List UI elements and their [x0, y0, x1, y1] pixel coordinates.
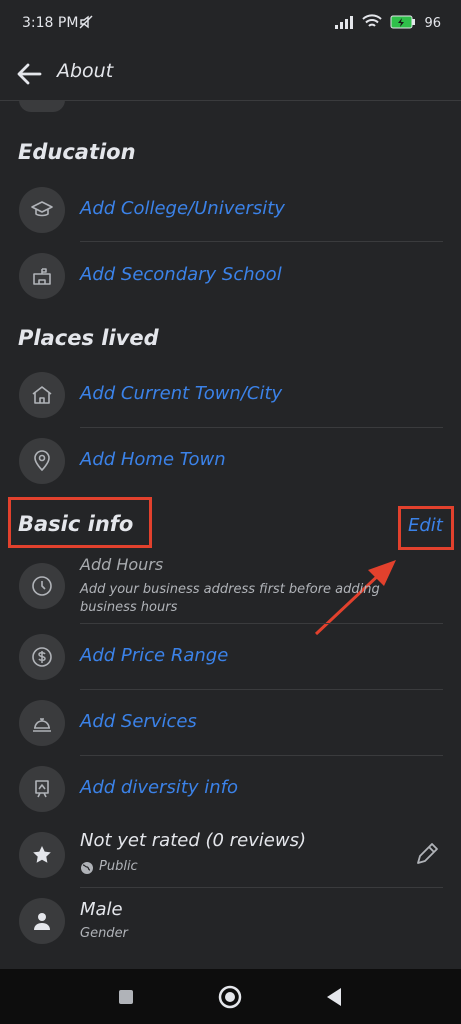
battery-icon [390, 14, 416, 33]
status-time: 3:18 PM [22, 15, 79, 31]
globe-icon [80, 860, 94, 879]
person-icon [19, 898, 65, 944]
battery-percent: 96 [424, 16, 441, 31]
partial-list-item-icon [19, 100, 65, 112]
add-services-label: Add Services [80, 711, 197, 732]
mute-icon [78, 14, 94, 34]
location-pin-icon [19, 438, 65, 484]
easel-icon [19, 766, 65, 812]
add-current-town-label: Add Current Town/City [80, 383, 283, 404]
rating-label: Not yet rated (0 reviews) [80, 830, 306, 851]
rating-row: Not yet rated (0 reviews) Public [0, 822, 461, 888]
edit-basic-info-link[interactable]: Edit [408, 515, 443, 536]
divider [80, 241, 443, 242]
add-hours-note: Add your business address first before a… [80, 582, 380, 615]
gender-row: Male Gender [0, 888, 461, 954]
star-icon [19, 832, 65, 878]
gender-value: Male [80, 899, 123, 920]
education-section-title: Education [18, 140, 136, 164]
add-diversity-info-label: Add diversity info [80, 777, 239, 798]
add-price-range-label: Add Price Range [80, 645, 229, 666]
basic-info-section-title: Basic info [18, 512, 134, 536]
add-current-town-row[interactable]: Add Current Town/City [0, 362, 461, 428]
privacy-label: Public [99, 859, 138, 874]
home-icon [19, 372, 65, 418]
edit-pencil-icon[interactable] [413, 840, 441, 872]
back-button[interactable] [14, 58, 46, 90]
add-secondary-school-label: Add Secondary School [80, 264, 282, 285]
add-price-range-row[interactable]: Add Price Range [0, 624, 461, 690]
clock-icon [19, 563, 65, 609]
add-hours-label: Add Hours [80, 555, 164, 574]
status-icons: 96 [334, 14, 441, 33]
add-diversity-info-row[interactable]: Add diversity info [0, 756, 461, 822]
add-hours-row[interactable]: Add Hours Add your business address firs… [0, 553, 461, 623]
service-bell-icon [19, 700, 65, 746]
add-services-row[interactable]: Add Services [0, 690, 461, 756]
add-secondary-school-row[interactable]: Add Secondary School [0, 243, 461, 309]
school-icon [19, 253, 65, 299]
gender-caption: Gender [80, 926, 128, 941]
signal-icon [334, 14, 354, 33]
back-nav-button[interactable] [325, 987, 343, 1011]
recents-button[interactable] [118, 989, 134, 1009]
status-bar: 3:18 PM 96 [0, 0, 461, 50]
add-home-town-row[interactable]: Add Home Town [0, 428, 461, 494]
dollar-icon [19, 634, 65, 680]
places-section-title: Places lived [18, 326, 159, 350]
home-button[interactable] [218, 985, 242, 1013]
add-college-label: Add College/University [80, 198, 285, 219]
page-title: About [57, 60, 114, 82]
arrow-left-icon [17, 63, 42, 85]
add-college-row[interactable]: Add College/University [0, 177, 461, 243]
system-nav-bar [0, 969, 461, 1024]
app-header: About [0, 50, 461, 101]
add-home-town-label: Add Home Town [80, 449, 226, 470]
wifi-icon [362, 14, 383, 33]
graduation-cap-icon [19, 187, 65, 233]
